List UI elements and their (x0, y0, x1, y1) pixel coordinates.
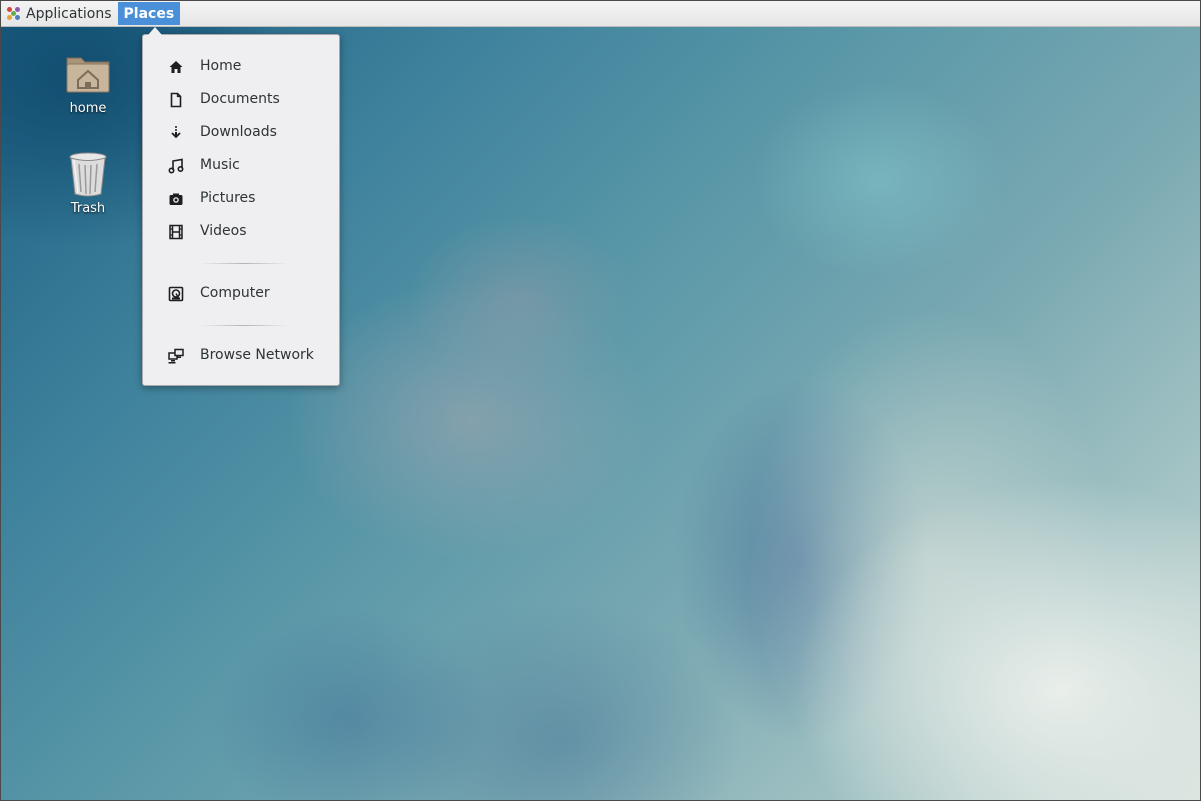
menu-item-home-label: Home (200, 58, 242, 74)
download-icon (171, 126, 181, 139)
home-folder-icon (66, 57, 110, 93)
desktop-icon-trash-label: Trash (70, 201, 106, 216)
desktop-icon-home[interactable]: home (43, 48, 133, 120)
music-icon (168, 158, 184, 174)
menu-separator (200, 325, 288, 326)
menu-item-documents[interactable]: Documents (143, 87, 339, 113)
menu-item-downloads[interactable]: Downloads (143, 120, 339, 146)
menu-item-pictures-label: Pictures (200, 190, 256, 206)
applications-menu-button[interactable]: Applications (1, 1, 118, 26)
applications-logo-icon (7, 6, 21, 21)
places-menu-label: Places (123, 5, 175, 22)
menu-item-music[interactable]: Music (143, 153, 339, 179)
menu-item-documents-label: Documents (200, 91, 280, 107)
places-menu-pointer (148, 27, 162, 35)
applications-menu-label: Applications (26, 5, 112, 22)
network-icon (168, 348, 184, 364)
menu-item-browse-network-label: Browse Network (200, 347, 314, 363)
places-menu: Home Documents Downloads Music Pictures … (142, 34, 340, 386)
document-icon (170, 92, 182, 108)
menu-item-home[interactable]: Home (143, 54, 339, 80)
menu-item-browse-network[interactable]: Browse Network (143, 343, 339, 369)
camera-icon (169, 193, 183, 205)
trash-icon (69, 152, 107, 197)
menu-item-computer-label: Computer (200, 285, 270, 301)
menu-item-downloads-label: Downloads (200, 124, 277, 140)
desktop-screen: Applications Places home Trash Home Docu… (0, 0, 1201, 801)
menu-item-music-label: Music (200, 157, 240, 173)
desktop-icon-home-label: home (69, 101, 107, 116)
menu-item-videos-label: Videos (200, 223, 247, 239)
menu-item-videos[interactable]: Videos (143, 219, 339, 245)
home-icon (169, 61, 183, 73)
desktop-icon-trash[interactable]: Trash (43, 148, 133, 220)
places-menu-button[interactable]: Places (117, 2, 181, 25)
film-icon (169, 224, 183, 240)
menu-item-pictures[interactable]: Pictures (143, 186, 339, 212)
menu-separator (200, 263, 288, 264)
top-panel: Applications Places (1, 1, 1200, 27)
menu-item-computer[interactable]: Computer (143, 281, 339, 307)
computer-icon (168, 286, 184, 302)
